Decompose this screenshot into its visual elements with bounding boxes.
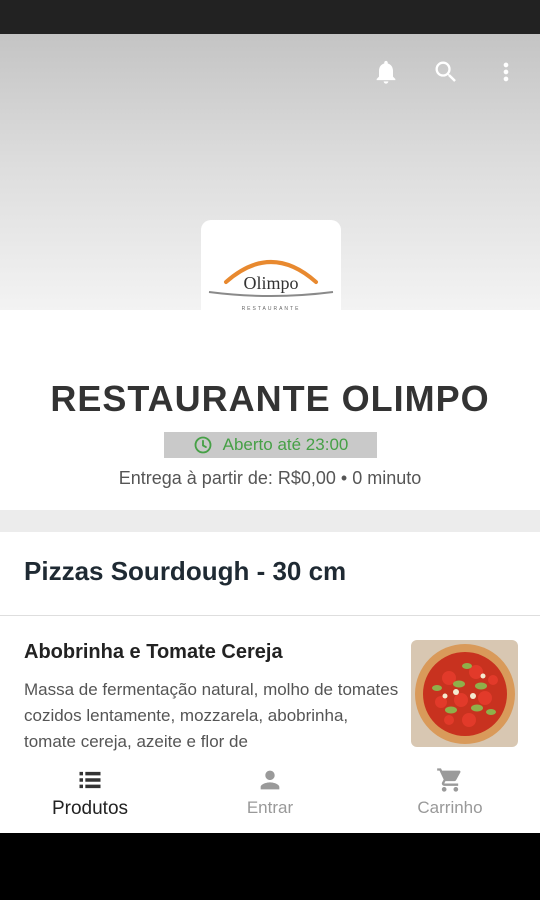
restaurant-logo: Olimpo RESTAURANTE xyxy=(201,220,341,320)
section-divider xyxy=(0,510,540,532)
bottom-navigation: Produtos Entrar Carrinho xyxy=(0,756,540,833)
top-actions xyxy=(370,56,522,88)
pizza-image[interactable] xyxy=(411,640,518,747)
nav-label-produtos: Produtos xyxy=(51,798,129,819)
nav-item-entrar[interactable]: Entrar xyxy=(180,756,360,833)
product-description: Massa de fermentação natural, molho de t… xyxy=(24,680,399,751)
category-title: Pizzas Sourdough - 30 cm xyxy=(24,556,347,586)
nav-item-produtos[interactable]: Produtos xyxy=(0,756,180,833)
restaurant-name: RESTAURANTE OLIMPO xyxy=(50,378,490,419)
list-icon xyxy=(79,771,101,789)
nav-item-carrinho[interactable]: Carrinho xyxy=(360,756,540,833)
bell-icon[interactable] xyxy=(370,56,402,88)
restaurant-info: RESTAURANTE OLIMPO Aberto até 23:00 Entr… xyxy=(0,310,540,510)
status-text: Aberto até 23:00 xyxy=(222,435,349,454)
category-header: Pizzas Sourdough - 30 cm xyxy=(0,532,540,616)
app-screen: Olimpo RESTAURANTE RESTAURANTE OLIMPO Ab… xyxy=(0,34,540,833)
product-name: Abobrinha e Tomate Cereja xyxy=(24,641,283,663)
nav-label-entrar: Entrar xyxy=(246,798,294,817)
more-vert-icon[interactable] xyxy=(490,56,522,88)
product-card[interactable]: Abobrinha e Tomate Cereja Massa de ferme… xyxy=(0,617,540,767)
cart-icon xyxy=(437,768,461,792)
hero-banner: Olimpo RESTAURANTE xyxy=(0,34,540,320)
clock-icon xyxy=(194,436,212,454)
system-status-bar xyxy=(0,0,540,34)
nav-label-carrinho: Carrinho xyxy=(417,798,483,817)
person-icon xyxy=(260,770,280,790)
delivery-info: Entrega à partir de: R$0,00 • 0 minuto xyxy=(118,468,422,488)
system-nav-area xyxy=(0,833,540,900)
status-badge: Aberto até 23:00 xyxy=(164,432,377,458)
logo-wordmark: Olimpo xyxy=(243,273,298,293)
search-icon[interactable] xyxy=(430,56,462,88)
